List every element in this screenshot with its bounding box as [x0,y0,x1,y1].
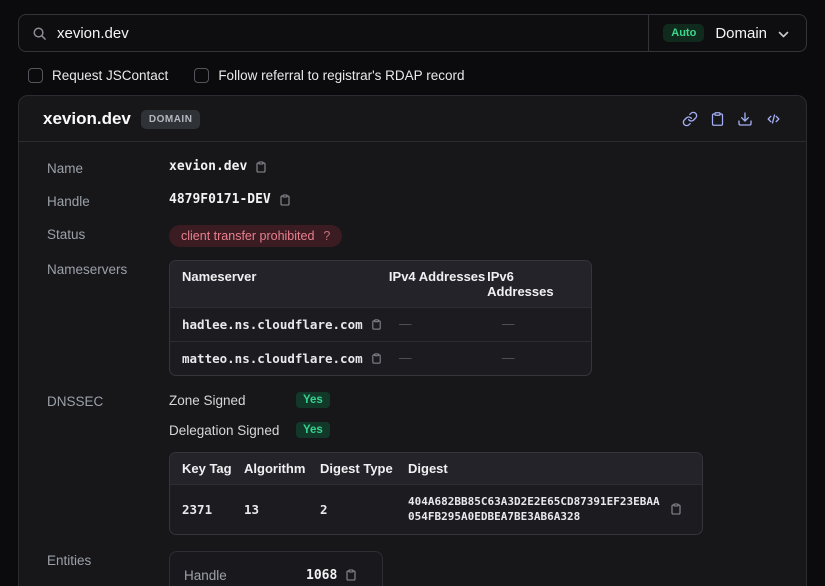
search-type-label: Domain [715,25,767,42]
column-header: IPv4 Addresses [389,269,487,299]
handle-value: 4879F0171-DEV [169,192,271,207]
column-header: Key Tag [182,461,244,476]
field-label: Entities [47,551,169,568]
copy-icon[interactable] [345,568,357,582]
copy-icon[interactable] [255,160,267,174]
auto-badge: Auto [663,24,704,42]
field-dnssec: DNSSEC Zone Signed Yes Delegation Signed… [47,392,778,535]
entity-handle-row: Handle 1068 [184,568,368,583]
column-header: IPv6 Addresses [487,269,579,299]
object-type-badge: DOMAIN [141,110,201,129]
status-badge: client transfer prohibited ? [169,225,342,247]
delegation-signed-row: Delegation Signed Yes [169,422,703,438]
nameservers-table-header: Nameserver IPv4 Addresses IPv6 Addresses [170,261,591,307]
zone-signed-label: Zone Signed [169,393,296,408]
delegation-signed-badge: Yes [296,422,330,438]
ipv6-empty: — [502,351,514,365]
delegation-signed-label: Delegation Signed [169,423,296,438]
copy-record-icon[interactable] [710,111,725,127]
nameserver-value: hadlee.ns.cloudflare.com [182,317,363,332]
status-value: client transfer prohibited [181,229,314,243]
zone-signed-badge: Yes [296,392,330,408]
entity-handle-label: Handle [184,568,306,583]
algorithm-value: 13 [244,502,320,517]
field-label: DNSSEC [47,392,169,409]
copy-icon[interactable] [371,318,382,331]
ipv4-empty: — [399,351,502,365]
option-follow-referral[interactable]: Follow referral to registrar's RDAP reco… [194,68,464,83]
field-name: Name xevion.dev [47,159,778,176]
dnssec-table: Key Tag Algorithm Digest Type Digest 237… [169,452,703,535]
table-row: hadlee.ns.cloudflare.com — — [170,307,591,341]
field-status: Status client transfer prohibited ? [47,225,778,247]
dnssec-table-header: Key Tag Algorithm Digest Type Digest [170,453,702,484]
option-label: Request JSContact [52,68,168,83]
search-input-area[interactable] [19,15,648,51]
follow-referral-checkbox[interactable] [194,68,209,83]
dnssec-section: Zone Signed Yes Delegation Signed Yes Ke… [169,392,703,535]
entity-handle-value: 1068 [306,568,337,583]
field-nameservers: Nameservers Nameserver IPv4 Addresses IP… [47,260,778,376]
domain-title: xevion.dev [43,109,131,129]
copy-icon[interactable] [279,193,291,207]
column-header: Nameserver [182,269,389,299]
download-icon[interactable] [737,111,753,127]
column-header: Algorithm [244,461,320,476]
option-request-jscontact[interactable]: Request JSContact [28,68,168,83]
field-handle: Handle 4879F0171-DEV [47,192,778,209]
entity-card: Handle 1068 Roles registrar [169,551,383,586]
search-icon [32,26,47,41]
search-type-selector[interactable]: Auto Domain [648,15,806,51]
column-header: Digest Type [320,461,408,476]
digest-type-value: 2 [320,502,408,517]
search-options: Request JSContact Follow referral to reg… [28,68,807,83]
table-row: 2371 13 2 404A682BB85C63A3D2E2E65CD87391… [170,484,702,534]
search-input[interactable] [57,25,635,42]
zone-signed-row: Zone Signed Yes [169,392,703,408]
nameserver-value: matteo.ns.cloudflare.com [182,351,363,366]
field-entities: Entities Handle 1068 R [47,551,778,586]
search-bar: Auto Domain [18,14,807,52]
copy-icon[interactable] [371,352,382,365]
permalink-icon[interactable] [682,111,698,127]
table-row: matteo.ns.cloudflare.com — — [170,341,591,375]
field-label: Status [47,225,169,242]
copy-icon[interactable] [670,502,682,516]
card-body: Name xevion.dev Handle 4879F0171-DEV [19,142,806,586]
domain-name-value: xevion.dev [169,159,247,174]
column-header: Digest [408,461,448,476]
key-tag-value: 2371 [182,502,244,517]
domain-result-card: xevion.dev DOMAIN [18,95,807,586]
status-help-icon[interactable]: ? [323,229,330,243]
raw-json-code-icon[interactable] [765,111,782,127]
field-label: Handle [47,192,169,209]
option-label: Follow referral to registrar's RDAP reco… [218,68,464,83]
nameservers-table: Nameserver IPv4 Addresses IPv6 Addresses… [169,260,592,376]
card-actions [682,111,782,127]
card-header: xevion.dev DOMAIN [19,96,806,141]
digest-value: 404A682BB85C63A3D2E2E65CD87391EF23EBAA05… [408,494,660,525]
ipv6-empty: — [502,317,514,331]
field-label: Nameservers [47,260,169,277]
field-label: Name [47,159,169,176]
ipv4-empty: — [399,317,502,331]
chevron-down-icon [778,31,789,38]
request-jscontact-checkbox[interactable] [28,68,43,83]
